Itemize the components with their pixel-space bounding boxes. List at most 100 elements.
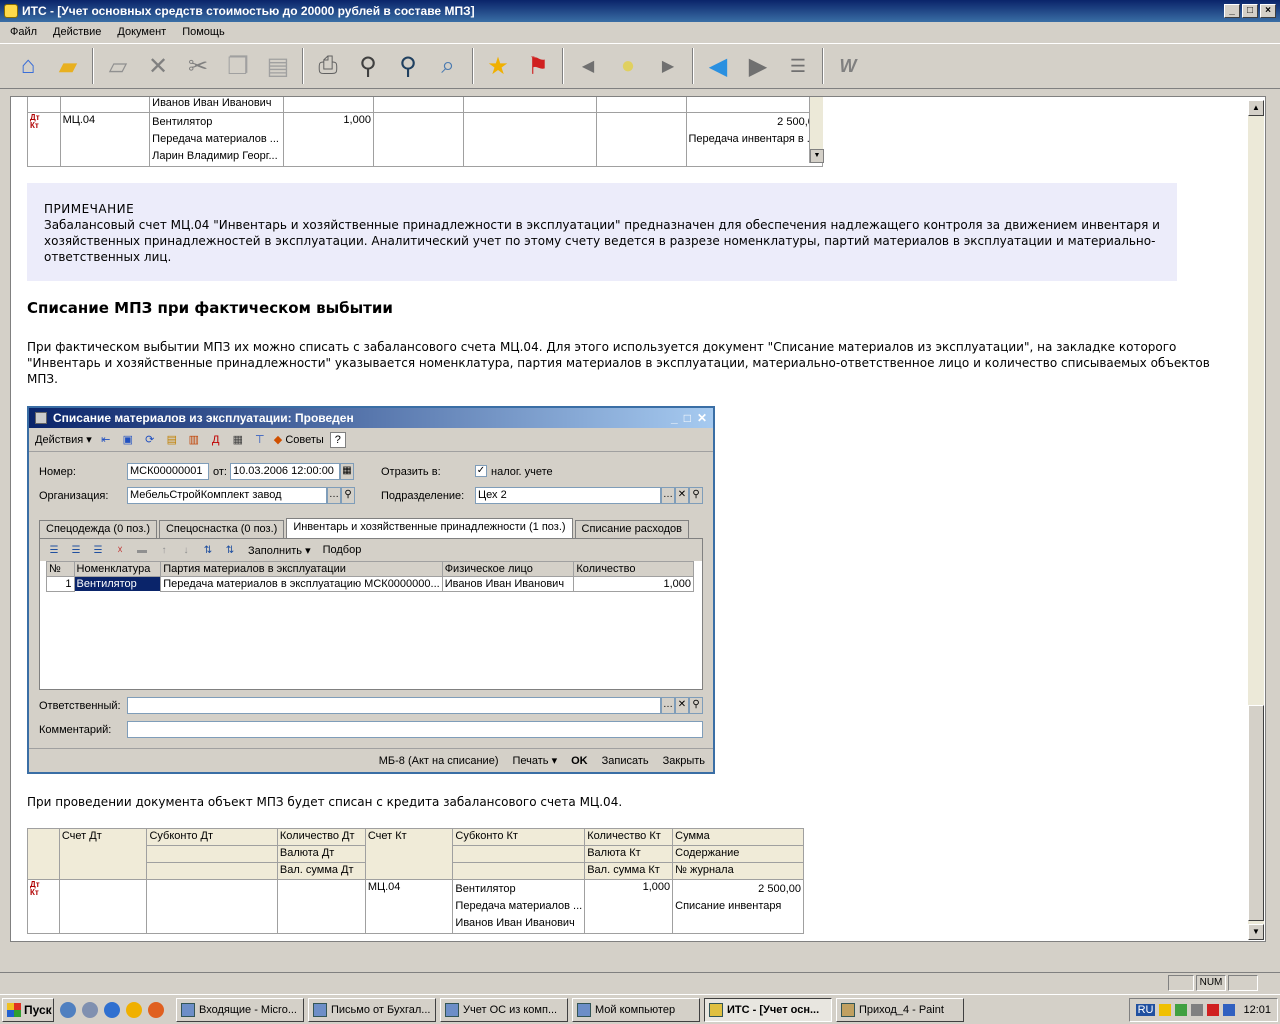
ok-button[interactable]: OK xyxy=(571,755,588,767)
flag-icon[interactable]: ⚑ xyxy=(518,46,558,86)
clock[interactable]: 12:01 xyxy=(1243,1004,1271,1016)
mb8-button[interactable]: МБ-8 (Акт на списание) xyxy=(379,755,499,767)
responsible-search-icon[interactable]: ⚲ xyxy=(689,697,703,714)
vertical-scrollbar[interactable]: ▲ ▼ xyxy=(1248,100,1264,940)
copy-row-icon[interactable]: ☰ xyxy=(68,542,84,558)
close-button[interactable]: × xyxy=(1260,4,1276,18)
scroll-thumb[interactable] xyxy=(1248,705,1264,921)
move-up-icon[interactable]: ↑ xyxy=(156,542,172,558)
table-row[interactable]: 1 Вентилятор Передача материалов в экспл… xyxy=(46,576,694,592)
back-icon[interactable]: ◀ xyxy=(568,46,608,86)
tab-inventory[interactable]: Инвентарь и хозяйственные принадлежности… xyxy=(286,518,573,538)
menu-file[interactable]: Файл xyxy=(4,24,43,40)
save-button[interactable]: Записать xyxy=(602,755,649,767)
cut-icon[interactable]: ✂ xyxy=(178,46,218,86)
org-field[interactable]: МебельСтройКомплект завод xyxy=(127,487,327,504)
copy-icon[interactable]: ❐ xyxy=(218,46,258,86)
edit-row-icon[interactable]: ☰ xyxy=(90,542,106,558)
delete-row-icon[interactable]: ☓ xyxy=(112,542,128,558)
next-blue-icon[interactable]: ▶ xyxy=(738,46,778,86)
ie-icon[interactable] xyxy=(104,1001,120,1018)
scroll-down-arrow[interactable]: ▼ xyxy=(1248,924,1264,940)
org-select-button[interactable]: … xyxy=(327,487,341,504)
sort-desc-icon[interactable]: ⇅ xyxy=(222,542,238,558)
open-folder-icon[interactable]: ▰ xyxy=(48,46,88,86)
dept-search-icon[interactable]: ⚲ xyxy=(689,487,703,504)
refresh-icon[interactable]: ⟳ xyxy=(142,432,158,448)
advice-button[interactable]: ◆ Советы xyxy=(274,433,324,446)
tray-icon[interactable] xyxy=(1207,1004,1220,1016)
task-button[interactable]: Письмо от Бухгал... xyxy=(308,997,436,1022)
number-field[interactable]: МСК00000001 xyxy=(127,463,209,480)
responsible-field[interactable] xyxy=(127,697,661,714)
find-next-icon[interactable]: ⚲ xyxy=(388,46,428,86)
structure-icon[interactable]: ▣ xyxy=(120,432,136,448)
org-search-icon[interactable]: ⚲ xyxy=(341,487,355,504)
forward-icon[interactable]: ▶ xyxy=(648,46,688,86)
quick-launch-icon[interactable] xyxy=(82,1001,98,1018)
quick-launch-icon[interactable] xyxy=(60,1001,76,1018)
selected-cell[interactable]: Вентилятор xyxy=(73,576,162,592)
scroll-down-arrow[interactable]: ▼ xyxy=(810,149,824,163)
task-button[interactable]: Учет ОС из комп... xyxy=(440,997,568,1022)
actions-menu[interactable]: Действия ▾ xyxy=(35,433,92,446)
minimize-button[interactable]: _ xyxy=(1224,4,1240,18)
select-button[interactable]: Подбор xyxy=(323,544,362,556)
prev-blue-icon[interactable]: ◀ xyxy=(698,46,738,86)
nav-back-icon[interactable]: ⇤ xyxy=(98,432,114,448)
quick-launch-icon[interactable] xyxy=(126,1001,142,1018)
print-menu-button[interactable]: Печать ▾ xyxy=(512,754,557,767)
close-dialog-button[interactable]: Закрыть xyxy=(663,755,705,767)
add-row-icon[interactable]: ☰ xyxy=(46,542,62,558)
find-icon[interactable]: ⚲ xyxy=(348,46,388,86)
preview-icon[interactable]: ⌕ xyxy=(428,46,468,86)
comment-field[interactable] xyxy=(127,721,703,738)
post-icon[interactable]: ▤ xyxy=(164,432,180,448)
unpost-icon[interactable]: ▥ xyxy=(186,432,202,448)
fill-button[interactable]: Заполнить ▾ xyxy=(248,544,311,557)
dialog-maximize-button[interactable]: □ xyxy=(684,411,691,425)
menu-help[interactable]: Помощь xyxy=(176,24,231,40)
task-button[interactable]: Входящие - Micro... xyxy=(176,997,304,1022)
end-edit-icon[interactable]: ▬ xyxy=(134,542,150,558)
dept-select-button[interactable]: … xyxy=(661,487,675,504)
report-icon[interactable]: ▦ xyxy=(230,432,246,448)
network-icon[interactable] xyxy=(1223,1004,1236,1016)
folder-icon[interactable]: ▱ xyxy=(98,46,138,86)
task-button-active[interactable]: ИТС - [Учет осн... xyxy=(704,997,832,1022)
maximize-button[interactable]: □ xyxy=(1242,4,1258,18)
responsible-select-button[interactable]: … xyxy=(661,697,675,714)
dialog-minimize-button[interactable]: _ xyxy=(671,411,678,425)
delete-icon[interactable]: ✕ xyxy=(138,46,178,86)
dept-field[interactable]: Цех 2 xyxy=(475,487,661,504)
tray-icon[interactable] xyxy=(1175,1004,1188,1016)
hint-lamp-icon[interactable]: ● xyxy=(608,46,648,86)
firefox-icon[interactable] xyxy=(148,1001,164,1018)
tray-icon[interactable] xyxy=(1159,1004,1172,1016)
calendar-icon[interactable]: ▦ xyxy=(340,463,354,480)
move-down-icon[interactable]: ↓ xyxy=(178,542,194,558)
w-icon[interactable]: W xyxy=(828,46,868,86)
responsible-clear-icon[interactable]: ✕ xyxy=(675,697,689,714)
dept-clear-icon[interactable]: ✕ xyxy=(675,487,689,504)
dtkt-icon[interactable]: Д xyxy=(208,432,224,448)
tab-expenses[interactable]: Списание расходов xyxy=(574,520,689,538)
sort-asc-icon[interactable]: ⇅ xyxy=(200,542,216,558)
help-icon[interactable]: ? xyxy=(329,431,346,448)
tab-workwear[interactable]: Спецодежда (0 поз.) xyxy=(39,520,157,538)
favorite-star-icon[interactable]: ★ xyxy=(478,46,518,86)
volume-icon[interactable] xyxy=(1191,1004,1204,1016)
hierarchy-icon[interactable]: ⊤ xyxy=(252,432,268,448)
tab-tooling[interactable]: Спецоснастка (0 поз.) xyxy=(158,520,285,538)
start-button[interactable]: Пуск xyxy=(2,997,54,1022)
table-scrollbar[interactable]: ▼ xyxy=(809,97,824,163)
language-indicator[interactable]: RU xyxy=(1135,1004,1156,1016)
date-field[interactable]: 10.03.2006 12:00:00 xyxy=(230,463,340,480)
paste-icon[interactable]: ▤ xyxy=(258,46,298,86)
menu-document[interactable]: Документ xyxy=(111,24,172,40)
dialog-close-button[interactable]: ✕ xyxy=(697,411,707,425)
menu-action[interactable]: Действие xyxy=(47,24,107,40)
print-icon[interactable]: ⎙ xyxy=(308,46,348,86)
tree-icon[interactable]: ☰ xyxy=(778,46,818,86)
scroll-up-arrow[interactable]: ▲ xyxy=(1248,100,1264,116)
